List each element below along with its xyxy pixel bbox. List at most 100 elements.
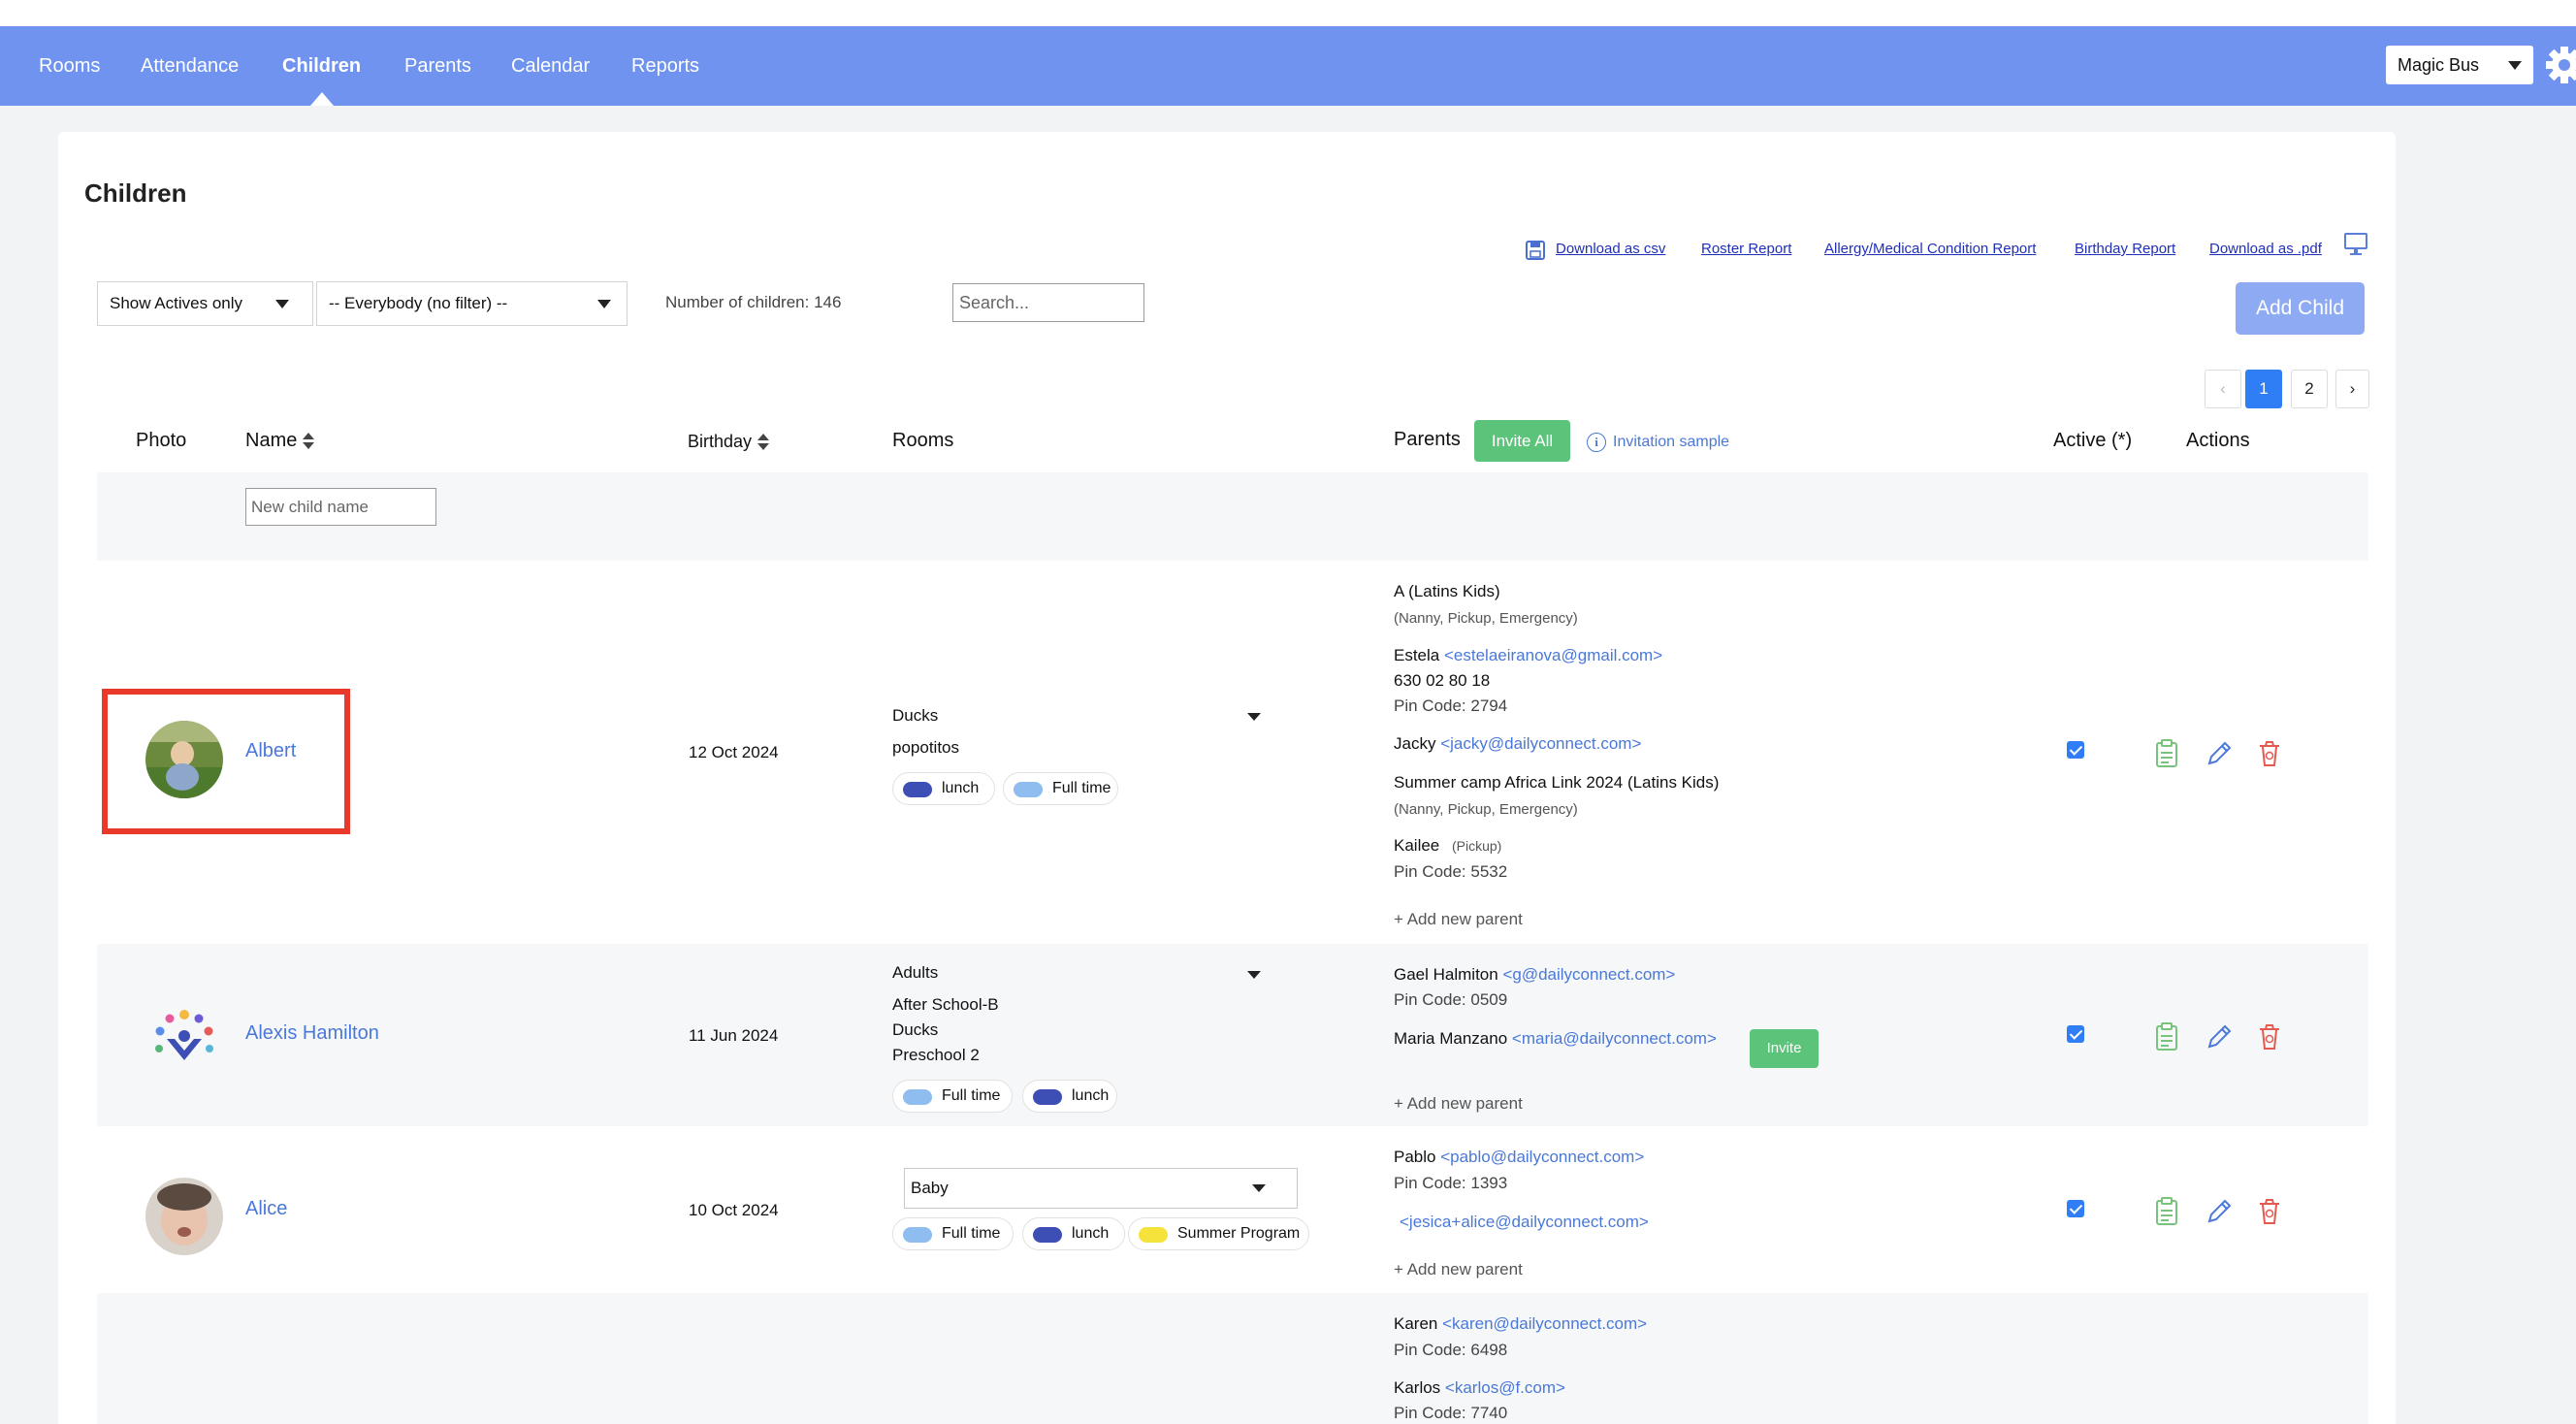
roster-report-link[interactable]: Roster Report [1701,241,1791,257]
parent-name: A (Latins Kids) [1394,582,1500,600]
pin-code: Pin Code: 5532 [1394,862,1508,881]
tag-lunch[interactable]: lunch [892,772,995,805]
parent-entry: Gael Halmiton <g@dailyconnect.com> [1394,965,1675,985]
active-checkbox[interactable] [2067,741,2084,759]
parent-name: Jacky [1394,734,1436,753]
pagination-page-1[interactable]: 1 [2245,370,2282,408]
add-parent-label: Add new parent [1406,1260,1523,1278]
nav-parents[interactable]: Parents [404,26,471,106]
nav-attendance[interactable]: Attendance [141,26,239,106]
tag-full-time[interactable]: Full time [892,1217,1014,1250]
pagination-prev[interactable]: ‹ [2205,370,2241,408]
child-name-alice[interactable]: Alice [245,1198,287,1220]
parent-roles: (Nanny, Pickup, Emergency) [1394,801,1578,818]
chevron-down-icon[interactable] [1247,713,1261,721]
save-icon[interactable] [1525,240,1546,261]
pencil-icon[interactable] [2204,738,2233,769]
parent-email[interactable]: <pablo@dailyconnect.com> [1440,1148,1644,1166]
parent-name: Pablo [1394,1148,1436,1166]
trash-icon[interactable] [2255,1196,2284,1227]
add-child-button[interactable]: Add Child [2236,282,2365,335]
invite-button[interactable]: Invite [1750,1029,1819,1068]
search-input[interactable] [952,283,1144,322]
parent-phone: 630 02 80 18 [1394,671,1491,690]
trash-icon[interactable] [2255,738,2284,769]
clipboard-icon[interactable] [2152,738,2181,769]
col-header-birthday-label: Birthday [688,432,753,451]
nav-calendar[interactable]: Calendar [511,26,590,106]
tag-lunch[interactable]: lunch [1022,1080,1117,1113]
clipboard-icon[interactable] [2152,1196,2181,1227]
col-header-active: Active (*) [2053,430,2133,451]
nav-reports[interactable]: Reports [631,26,699,106]
active-checkbox[interactable] [2067,1200,2084,1217]
parent-name: Summer camp Africa Link 2024 (Latins Kid… [1394,773,1720,792]
birthday-report-link[interactable]: Birthday Report [2075,241,2175,257]
parent-email[interactable]: <g@dailyconnect.com> [1502,965,1675,984]
gear-icon[interactable] [2543,44,2576,86]
parent-name: Estela [1394,646,1440,664]
col-header-name[interactable]: Name [245,430,315,452]
children-count: Number of children: 146 [665,293,842,311]
room-name: After School-B [892,995,999,1014]
parent-entry: Karlos <karlos@f.com> [1394,1378,1565,1398]
add-parent-label: Add new parent [1406,910,1523,928]
room-select[interactable]: Baby [904,1168,1298,1209]
status-filter-select[interactable]: Show Actives only [97,281,313,326]
invitation-sample-link[interactable]: Invitation sample [1613,434,1729,451]
invite-all-button[interactable]: Invite All [1474,420,1570,462]
parent-email[interactable]: <jacky@dailyconnect.com> [1440,734,1641,753]
group-filter-select[interactable]: -- Everybody (no filter) -- [316,281,628,326]
nav-rooms[interactable]: Rooms [39,26,100,106]
top-navbar: Rooms Attendance Children Parents Calend… [0,26,2576,106]
chevron-down-icon[interactable] [1247,971,1261,979]
parent-email[interactable]: <jesica+alice@dailyconnect.com> [1400,1213,1649,1231]
tag-summer-program[interactable]: Summer Program [1128,1217,1309,1250]
new-child-name-input[interactable] [245,488,436,526]
parent-name: Kailee [1394,836,1440,855]
table-row [97,944,2368,1126]
tag-full-time[interactable]: Full time [892,1080,1014,1113]
parent-roles: (Pickup) [1452,838,1502,854]
top-strip [0,0,2576,26]
sort-icon[interactable] [303,432,315,451]
birthday: 11 Jun 2024 [689,1026,779,1045]
trash-icon[interactable] [2255,1021,2284,1052]
pin-code: Pin Code: 7740 [1394,1404,1508,1422]
pin-code: Pin Code: 6498 [1394,1341,1508,1359]
avatar-alice[interactable] [145,1178,223,1255]
tag-full-time[interactable]: Full time [1003,772,1118,805]
add-new-parent-link[interactable]: + Add new parent [1394,1094,1523,1114]
tag-lunch[interactable]: lunch [1022,1217,1125,1250]
table-row [97,1293,2368,1424]
parent-email[interactable]: <maria@dailyconnect.com> [1512,1029,1717,1048]
avatar-alexis-hamilton[interactable] [145,1002,223,1080]
child-name-alexis-hamilton[interactable]: Alexis Hamilton [245,1022,379,1045]
parent-email[interactable]: <estelaeiranova@gmail.com> [1444,646,1662,664]
download-pdf-link[interactable]: Download as .pdf [2209,241,2322,257]
add-new-parent-link[interactable]: + Add new parent [1394,1260,1523,1279]
page-title: Children [84,178,187,208]
allergy-report-link[interactable]: Allergy/Medical Condition Report [1824,241,2036,257]
pagination-page-2[interactable]: 2 [2291,370,2328,408]
clipboard-icon[interactable] [2152,1021,2181,1052]
parent-email[interactable]: <karen@dailyconnect.com> [1442,1314,1647,1333]
monitor-icon[interactable] [2343,231,2368,258]
col-header-birthday[interactable]: Birthday [688,432,770,452]
pencil-icon[interactable] [2204,1196,2233,1227]
school-select[interactable]: Magic Bus [2386,46,2533,84]
new-child-row [97,472,2368,561]
sort-icon[interactable] [757,433,770,452]
chevron-down-icon [1252,1184,1266,1192]
tag-label: lunch [1072,1225,1110,1242]
room-name: Ducks [892,1020,939,1039]
tag-label: Summer Program [1177,1225,1301,1242]
add-new-parent-link[interactable]: + Add new parent [1394,910,1523,929]
parent-email[interactable]: <karlos@f.com> [1445,1378,1565,1397]
plus-icon: + [1394,910,1407,928]
room-select-value: Baby [911,1179,949,1197]
pencil-icon[interactable] [2204,1021,2233,1052]
pagination-next[interactable]: › [2335,370,2369,408]
download-csv-link[interactable]: Download as csv [1556,241,1665,257]
active-checkbox[interactable] [2067,1025,2084,1043]
